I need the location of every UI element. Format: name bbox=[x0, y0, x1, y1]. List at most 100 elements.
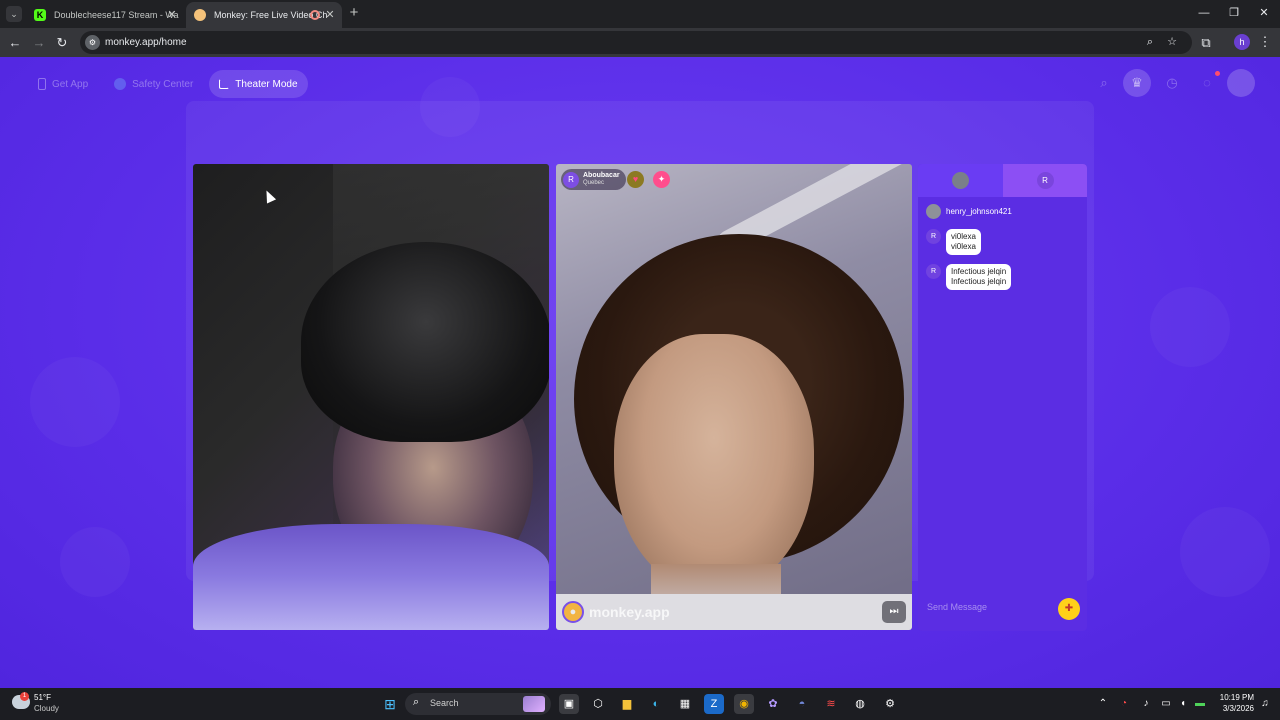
close-tab-icon[interactable]: ✕ bbox=[324, 2, 336, 28]
app-icon[interactable]: ✿ bbox=[763, 694, 783, 714]
extensions-puzzle-icon[interactable]: ⧉ bbox=[1197, 34, 1215, 52]
task-view-icon[interactable]: ▣ bbox=[559, 694, 579, 714]
gift-button-icon[interactable]: ✚ bbox=[1058, 598, 1080, 620]
widgets-icon[interactable]: ⬡ bbox=[588, 694, 608, 714]
browser-tab-monkey[interactable]: Monkey: Free Live Video Ch ✕ bbox=[186, 2, 342, 28]
get-app-label: Get App bbox=[52, 78, 89, 90]
chat-panel: R henry_johnson421 R vi0lexa vi0lexa R I… bbox=[918, 164, 1087, 631]
chat-tab-peer[interactable]: R bbox=[1002, 164, 1087, 197]
recording-indicator-icon bbox=[310, 10, 320, 20]
browser-menu-icon[interactable]: ⋮ bbox=[1258, 34, 1272, 50]
taskbar-search[interactable]: ⌕ Search bbox=[405, 693, 551, 715]
windows-taskbar: 1 51°F Cloudy ⊞ ⌕ Search ▣ ⬡ ▆ ◐ ▦ Z ◉ ✿… bbox=[0, 688, 1280, 720]
chrome-icon[interactable]: ◉ bbox=[734, 694, 754, 714]
theater-mode-label: Theater Mode bbox=[235, 78, 298, 90]
background-pattern bbox=[30, 357, 120, 447]
history-clock-icon[interactable]: ◷ bbox=[1158, 69, 1186, 97]
peer-info-chip[interactable]: R Aboubacar Quebec bbox=[561, 169, 626, 190]
notification-dot bbox=[1215, 71, 1220, 76]
get-app-button[interactable]: Get App bbox=[28, 70, 98, 98]
peer-avatar: R bbox=[563, 171, 579, 188]
address-bar[interactable]: ⚙ monkey.app/home ⌕ ☆ bbox=[80, 31, 1192, 54]
safety-center-label: Safety Center bbox=[132, 78, 194, 90]
header-actions: ⌕ ♛ ◷ ◌ bbox=[1090, 69, 1260, 99]
close-window-icon[interactable]: ✕ bbox=[1254, 4, 1274, 22]
send-message-input[interactable]: Send Message bbox=[927, 602, 987, 612]
site-info-icon[interactable]: ⚙ bbox=[85, 35, 100, 50]
chat-message: R vi0lexa vi0lexa bbox=[926, 229, 981, 255]
kick-favicon-icon: K bbox=[34, 9, 46, 21]
zoom-icon[interactable]: ⌕ bbox=[1143, 35, 1157, 49]
expand-icon bbox=[219, 79, 230, 89]
url-text[interactable]: monkey.app/home bbox=[105, 31, 187, 54]
message-original: vi0lexa bbox=[951, 232, 976, 241]
microphone-icon[interactable]: ♪ bbox=[1139, 696, 1153, 712]
app-icon[interactable]: ◍ bbox=[850, 694, 870, 714]
notifications-bell-icon[interactable]: ♫ bbox=[1258, 696, 1272, 712]
top-navigation: Get App Safety Center Theater Mode bbox=[28, 70, 308, 98]
browser-tab-kick[interactable]: K Doublecheese117 Stream - Wa ✕ bbox=[26, 2, 184, 28]
peer-name: Aboubacar bbox=[583, 172, 620, 179]
search-highlight-icon bbox=[523, 696, 545, 712]
message-avatar: R bbox=[926, 229, 941, 244]
minimize-window-icon[interactable]: — bbox=[1194, 4, 1214, 22]
local-video-feed bbox=[193, 164, 549, 630]
display-icon[interactable]: ▭ bbox=[1159, 696, 1173, 712]
safety-center-button[interactable]: Safety Center bbox=[104, 70, 203, 98]
tab-search-chevron-icon[interactable]: ⌄ bbox=[6, 6, 22, 22]
chat-tab-self[interactable] bbox=[918, 164, 1003, 197]
phone-icon bbox=[38, 78, 46, 90]
restore-window-icon[interactable]: ❐ bbox=[1224, 4, 1244, 22]
message-bubble: Infectious jelqin Infectious jelqin bbox=[946, 264, 1012, 290]
battery-icon[interactable]: ▬ bbox=[1193, 696, 1207, 712]
clock-time[interactable]: 10:19 PM bbox=[1214, 693, 1254, 702]
shield-icon bbox=[114, 78, 127, 90]
weather-badge: 1 bbox=[20, 692, 29, 701]
crown-icon[interactable]: ♛ bbox=[1123, 69, 1151, 97]
peer-location: Quebec bbox=[583, 180, 605, 186]
message-translation: Infectious jelqin bbox=[951, 277, 1007, 286]
tab-title: Doublecheese117 Stream - Wa bbox=[54, 10, 179, 20]
new-tab-plus-icon[interactable]: + bbox=[346, 5, 362, 21]
microsoft-store-icon[interactable]: ▦ bbox=[675, 694, 695, 714]
gift-badge-icon[interactable]: ✦ bbox=[653, 171, 670, 188]
search-icon[interactable]: ⌕ bbox=[1090, 69, 1118, 97]
weather-description[interactable]: Cloudy bbox=[34, 704, 59, 713]
background-pattern bbox=[60, 527, 130, 597]
close-tab-icon[interactable]: ✕ bbox=[166, 2, 178, 28]
monkey-logo-icon: ● bbox=[562, 601, 584, 623]
watermark-text: monkey.app bbox=[589, 604, 670, 620]
chat-tabs: R bbox=[918, 164, 1087, 197]
chat-input-area: Send Message ✚ bbox=[918, 588, 1087, 631]
stack-app-icon[interactable]: ≋ bbox=[821, 694, 841, 714]
chat-message: henry_johnson421 bbox=[926, 204, 1012, 219]
settings-gear-icon[interactable]: ⚙ bbox=[880, 694, 900, 714]
discord-icon[interactable]: ◓ bbox=[792, 694, 812, 714]
azure-icon[interactable]: Z bbox=[704, 694, 724, 714]
reload-icon[interactable]: ↻ bbox=[53, 34, 71, 52]
volume-icon[interactable]: ◖ bbox=[1176, 696, 1190, 712]
message-avatar: R bbox=[926, 264, 941, 279]
weather-temperature[interactable]: 51°F bbox=[34, 693, 51, 702]
tray-chevron-icon[interactable]: ⌃ bbox=[1096, 696, 1110, 712]
file-explorer-icon[interactable]: ▆ bbox=[617, 694, 637, 714]
edge-browser-icon[interactable]: ◐ bbox=[646, 694, 666, 714]
heart-icon[interactable]: ♥ bbox=[627, 171, 644, 188]
browser-toolbar: ← → ↻ ⚙ monkey.app/home ⌕ ☆ ⧉ h ⋮ bbox=[0, 28, 1280, 57]
bookmark-star-icon[interactable]: ☆ bbox=[1165, 35, 1179, 49]
browser-tab-bar: ⌄ K Doublecheese117 Stream - Wa ✕ Monkey… bbox=[0, 0, 1280, 28]
user-avatar[interactable] bbox=[1227, 69, 1255, 97]
message-bubble: vi0lexa vi0lexa bbox=[946, 229, 981, 255]
profile-avatar[interactable]: h bbox=[1234, 34, 1250, 50]
clock-date[interactable]: 3/3/2026 bbox=[1208, 704, 1254, 713]
theater-mode-button[interactable]: Theater Mode bbox=[209, 70, 308, 98]
tray-app-icon[interactable]: ◔ bbox=[1117, 696, 1131, 712]
background-pattern bbox=[1150, 287, 1230, 367]
peer-avatar: R bbox=[1036, 172, 1054, 189]
windows-start-icon[interactable]: ⊞ bbox=[380, 694, 400, 714]
forward-arrow-icon[interactable]: → bbox=[30, 34, 48, 52]
back-arrow-icon[interactable]: ← bbox=[6, 34, 24, 52]
remote-video-feed bbox=[556, 164, 912, 630]
peer-details: Aboubacar Quebec bbox=[583, 172, 620, 187]
skip-next-button[interactable]: ⏭ bbox=[882, 601, 906, 623]
